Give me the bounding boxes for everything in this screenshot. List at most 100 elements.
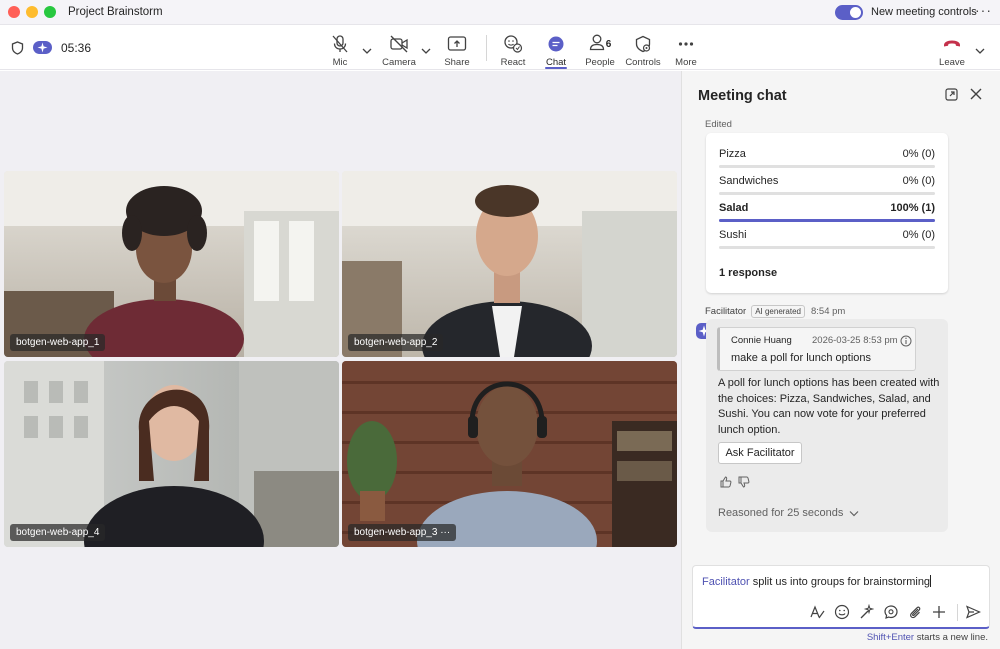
poll-option-result: 0% (0): [902, 175, 935, 187]
participant-video: [342, 361, 677, 547]
people-button[interactable]: 6 People: [584, 25, 616, 70]
chat-icon: [547, 32, 565, 56]
chat-panel-title: Meeting chat: [698, 88, 787, 104]
more-button[interactable]: More: [673, 25, 699, 70]
more-options-icon[interactable]: ···: [975, 2, 992, 18]
camera-button[interactable]: Camera: [382, 25, 416, 70]
people-icon-wrap: 6: [589, 32, 612, 56]
camera-label: Camera: [382, 57, 416, 68]
poll-option[interactable]: Sandwiches 0% (0): [719, 175, 935, 197]
hang-up-icon: [942, 32, 962, 56]
poll-option-label: Sandwiches: [719, 175, 779, 187]
thumbs-up-icon[interactable]: [720, 475, 732, 493]
poll-option-result: 0% (0): [902, 148, 935, 160]
poll-result-bar: [719, 165, 935, 168]
mic-button[interactable]: Mic: [328, 25, 352, 70]
toolbar-divider: [486, 35, 487, 61]
camera-options-chevron-icon[interactable]: [421, 42, 431, 60]
new-meeting-controls-label: New meeting controls: [871, 6, 977, 18]
window-maximize-button[interactable]: [44, 6, 56, 18]
send-icon[interactable]: [965, 604, 981, 625]
controls-label: Controls: [625, 57, 661, 68]
compose-input[interactable]: Facilitator split us into groups for bra…: [702, 575, 932, 588]
compose-text: split us into groups for brainstorming: [749, 576, 931, 588]
poll-option[interactable]: Salad 100% (1): [719, 202, 935, 224]
close-icon[interactable]: [969, 87, 983, 106]
mic-options-chevron-icon[interactable]: [362, 42, 372, 60]
loop-component-icon[interactable]: [883, 604, 899, 625]
poll-option-result: 100% (1): [890, 202, 935, 214]
participant-name-label: botgen-web-app_2: [348, 334, 444, 351]
text-caret: [930, 575, 932, 587]
message-header: Facilitator AI generated 8:54 pm: [705, 305, 845, 318]
chat-button[interactable]: Chat: [545, 25, 567, 70]
video-tile-2[interactable]: botgen-web-app_2: [342, 171, 677, 357]
meeting-chat-panel: Meeting chat Edited Pizza 0% (0) Sandwic…: [681, 71, 1000, 649]
poll-result-fill: [719, 219, 935, 222]
new-meeting-controls-toggle[interactable]: [835, 5, 863, 20]
mic-off-icon: [331, 32, 349, 56]
reasoning-label: Reasoned for 25 seconds: [718, 507, 844, 519]
emoji-icon[interactable]: [834, 604, 850, 625]
poll-option-label: Salad: [719, 202, 749, 214]
hint-key: Shift+Enter: [866, 632, 915, 643]
quoted-message[interactable]: Connie Huang 2026-03-25 8:53 pm make a p…: [717, 327, 916, 371]
participant-name-label: botgen-web-app_3 ···: [348, 524, 457, 541]
participant-video: [4, 361, 339, 547]
send-divider: [957, 604, 958, 621]
window-titlebar: Project Brainstorm New meeting controls …: [0, 0, 1000, 25]
compose-hint: Shift+Enter starts a new line.: [867, 632, 988, 643]
camera-off-icon: [389, 32, 409, 56]
poll-option[interactable]: Pizza 0% (0): [719, 148, 935, 170]
poll-option-label: Pizza: [719, 148, 746, 160]
poll-option[interactable]: Sushi 0% (0): [719, 229, 935, 251]
toggle-knob: [850, 7, 861, 18]
info-icon[interactable]: [900, 334, 912, 352]
window-minimize-button[interactable]: [26, 6, 38, 18]
controls-button[interactable]: Controls: [624, 25, 662, 70]
more-label: More: [675, 57, 697, 68]
chat-active-indicator: [545, 67, 567, 69]
share-button[interactable]: Share: [444, 25, 470, 70]
facilitator-message: Connie Huang 2026-03-25 8:53 pm make a p…: [706, 319, 948, 532]
people-icon: [589, 33, 605, 56]
message-body: A poll for lunch options has been create…: [718, 377, 940, 436]
react-button[interactable]: React: [500, 25, 526, 70]
message-time: 8:54 pm: [811, 306, 846, 317]
compose-box[interactable]: Facilitator split us into groups for bra…: [692, 565, 990, 629]
video-tile-3[interactable]: botgen-web-app_4: [4, 361, 339, 547]
pop-out-icon[interactable]: [945, 88, 958, 106]
quote-author: Connie Huang: [731, 335, 792, 346]
controls-icon: [634, 32, 652, 56]
react-label: React: [500, 57, 526, 68]
leave-button[interactable]: Leave: [938, 25, 966, 70]
people-count: 6: [605, 38, 612, 50]
ai-sparkle-icon[interactable]: [33, 41, 52, 54]
more-dots-icon: [678, 32, 694, 56]
video-tile-1[interactable]: botgen-web-app_1: [4, 171, 339, 357]
poll-result-bar: [719, 219, 935, 222]
format-icon[interactable]: [809, 604, 825, 625]
attach-icon[interactable]: [907, 604, 923, 625]
poll-option-label: Sushi: [719, 229, 747, 241]
reasoning-toggle[interactable]: Reasoned for 25 seconds: [718, 507, 859, 519]
participant-name: botgen-web-app_3: [354, 527, 438, 538]
poll-card: Pizza 0% (0) Sandwiches 0% (0) Salad 100…: [706, 133, 948, 293]
people-label: People: [585, 57, 615, 68]
plus-icon[interactable]: [931, 604, 947, 625]
window-close-button[interactable]: [8, 6, 20, 18]
video-tile-4[interactable]: botgen-web-app_3 ···: [342, 361, 677, 547]
ask-facilitator-button[interactable]: Ask Facilitator: [718, 442, 802, 464]
poll-result-bar: [719, 246, 935, 249]
video-stage: botgen-web-app_1 botgen-web-app_2 botgen…: [0, 71, 681, 649]
leave-label: Leave: [939, 57, 965, 68]
chevron-down-icon: [849, 510, 859, 516]
leave-options-chevron-icon[interactable]: [975, 42, 985, 60]
copilot-sparkle-icon[interactable]: [858, 603, 875, 625]
shield-icon[interactable]: [11, 41, 24, 60]
share-label: Share: [444, 57, 470, 68]
tile-more-icon[interactable]: ···: [440, 527, 450, 538]
thumbs-down-icon[interactable]: [738, 475, 750, 493]
participant-name-label: botgen-web-app_1: [10, 334, 106, 351]
compose-mention: Facilitator: [702, 576, 750, 588]
